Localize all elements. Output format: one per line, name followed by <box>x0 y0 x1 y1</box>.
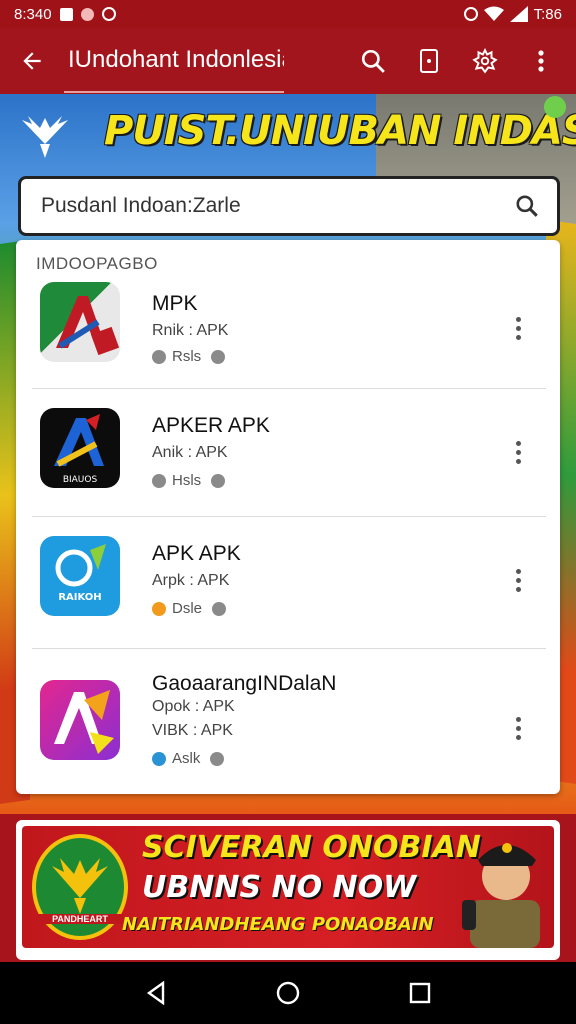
clock-notification-icon <box>101 7 116 21</box>
app-name: MPK <box>152 292 198 315</box>
app-name: GaoaarangINDalaN <box>152 672 337 695</box>
app-meta: Anik : APK <box>152 444 228 461</box>
badge-info-icon <box>210 751 225 766</box>
apk-logo-icon <box>54 690 114 754</box>
list-item[interactable]: RAIKOH APK APK Arpk : APK Dsle <box>32 526 546 648</box>
app-meta: Arpk : APK <box>152 572 230 589</box>
row-divider <box>32 388 546 389</box>
results-card: IMDOOPAGBO MPK Rnik : APK Rsls BIAUOS AP… <box>16 240 560 794</box>
status-left: 8:340 <box>14 6 116 23</box>
settings-icon <box>472 48 498 74</box>
item-more-button[interactable] <box>506 560 530 600</box>
search-input[interactable]: Pusdanl Indoan:Zarle <box>41 194 511 218</box>
hero-badge-dot <box>544 96 566 118</box>
app-badges: Rsls <box>152 348 226 365</box>
list-item[interactable]: GaoaarangINDalaN Opok : APK VIBK : APK A… <box>32 658 546 788</box>
badge-label: Dsle <box>172 600 203 617</box>
back-button[interactable] <box>0 28 64 94</box>
more-options-button[interactable] <box>524 44 558 78</box>
search-submit-button[interactable] <box>511 190 543 222</box>
list-item[interactable]: BIAUOS APKER APK Anik : APK Hsls <box>32 398 546 516</box>
search-icon <box>361 49 385 73</box>
app-name: APK APK <box>152 542 241 565</box>
nav-home-icon <box>276 981 300 1005</box>
badge-label: Rsls <box>172 348 202 365</box>
badge-info-icon <box>211 349 226 364</box>
app-notification-icon <box>80 7 94 21</box>
promo-card[interactable]: PANDHEART SCIVERAN ONOBIAN UBNNS NO NOW … <box>16 820 560 960</box>
icon-label: RAIKOH <box>58 592 101 603</box>
app-icon: RAIKOH <box>40 536 120 616</box>
app-name: APKER APK <box>152 414 270 437</box>
garuda-emblem-icon <box>32 834 128 940</box>
item-more-button[interactable] <box>506 708 530 748</box>
more-vert-icon <box>538 50 544 72</box>
app-badges: Hsls <box>152 472 226 489</box>
officer-illustration-icon <box>462 843 540 948</box>
promo-banner[interactable]: PANDHEART SCIVERAN ONOBIAN UBNNS NO NOW … <box>22 826 554 948</box>
app-bar: IUndohant Indonlesia <box>0 28 576 94</box>
status-bar: 8:340 T:86 <box>0 0 576 28</box>
status-time: 8:340 <box>14 5 52 23</box>
signal-icon <box>509 6 528 22</box>
apk-logo-icon <box>56 296 120 356</box>
search-icon <box>516 195 538 217</box>
promo-subheadline: UBNNS NO NOW <box>142 870 417 905</box>
badge-label: Hsls <box>172 472 202 489</box>
wifi-icon <box>483 6 504 21</box>
settings-button[interactable] <box>468 44 502 78</box>
nav-recents-button[interactable] <box>400 973 440 1013</box>
app-meta: Opok : APK <box>152 698 235 715</box>
apk-logo-icon: RAIKOH <box>55 544 106 603</box>
list-item[interactable]: MPK Rnik : APK Rsls <box>32 280 546 388</box>
nav-recents-icon <box>409 982 431 1004</box>
promo-tagline: NAITRIANDHEANG PONAOBAIN <box>122 914 434 935</box>
app-icon <box>40 282 120 362</box>
row-divider <box>32 516 546 517</box>
app-badges: Dsle <box>152 600 227 617</box>
apk-logo-icon: BIAUOS <box>54 414 104 485</box>
app-bar-actions <box>356 44 576 78</box>
eagle-logo-icon <box>22 116 68 158</box>
nav-back-icon <box>146 981 165 1005</box>
row-divider <box>32 648 546 649</box>
badge-info-icon <box>212 601 227 616</box>
item-more-button[interactable] <box>506 308 530 348</box>
app-title: IUndohant Indonlesia <box>64 29 284 93</box>
alarm-icon <box>463 7 478 21</box>
icon-label: BIAUOS <box>63 475 98 485</box>
badge-status-icon <box>152 349 166 364</box>
app-icon <box>40 680 120 760</box>
section-label: IMDOOPAGBO <box>36 254 158 273</box>
badge-status-icon <box>152 473 166 488</box>
status-right: T:86 <box>463 5 562 23</box>
search-box[interactable]: Pusdanl Indoan:Zarle <box>18 176 560 236</box>
app-meta: Rnik : APK <box>152 322 229 339</box>
badge-label: Aslk <box>172 750 201 767</box>
status-right-text: T:86 <box>533 5 562 23</box>
promo-headline: SCIVERAN ONOBIAN <box>142 830 481 865</box>
back-arrow-icon <box>23 52 41 70</box>
phone-button[interactable] <box>412 44 446 78</box>
app-icon: BIAUOS <box>40 408 120 488</box>
hero-title: PUIST.UNIUBAN INDASA <box>104 108 576 154</box>
search-button[interactable] <box>356 44 390 78</box>
badge-status-icon <box>152 601 166 616</box>
app-badges: Aslk <box>152 750 225 767</box>
badge-info-icon <box>211 473 226 488</box>
phone-icon <box>420 49 438 73</box>
app-meta: VIBK : APK <box>152 722 233 739</box>
emblem-label: PANDHEART <box>36 914 124 924</box>
item-more-button[interactable] <box>506 432 530 472</box>
navigation-bar <box>0 962 576 1024</box>
nav-back-button[interactable] <box>136 973 176 1013</box>
badge-status-icon <box>152 751 166 766</box>
nav-home-button[interactable] <box>268 973 308 1013</box>
image-notification-icon <box>59 7 73 21</box>
